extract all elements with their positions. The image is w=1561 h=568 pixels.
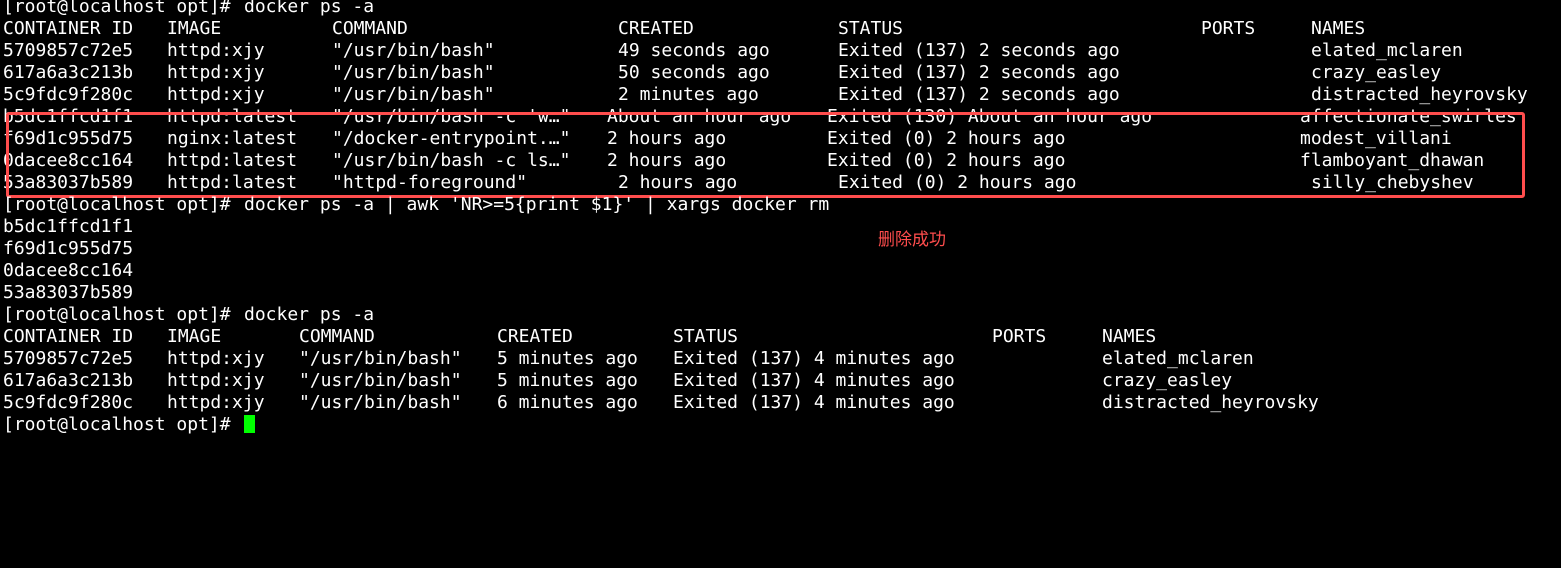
container-id: 5c9fdc9f280c <box>3 392 134 413</box>
shell-prompt: [root@localhost opt]# <box>3 304 231 325</box>
highlight-box <box>6 112 1525 198</box>
image: httpd:xjy <box>167 370 265 391</box>
header-status: STATUS <box>838 18 904 39</box>
container-id: 617a6a3c213b <box>3 62 134 83</box>
command-line[interactable]: [root@localhost opt]# <box>0 414 255 436</box>
removed-id: 53a83037b589 <box>3 282 134 303</box>
header-status: STATUS <box>673 326 739 347</box>
container-name: crazy_easley <box>1102 370 1233 391</box>
text-cursor[interactable] <box>244 414 255 436</box>
output-line: b5dc1ffcd1f1 <box>0 216 133 238</box>
table-header: CONTAINER ID IMAGE COMMAND CREATED STATU… <box>0 18 1365 40</box>
created: 5 minutes ago <box>497 370 638 391</box>
command-text: docker ps -a | awk 'NR>=5{print $1}' | x… <box>244 194 830 215</box>
table-row: 617a6a3c213b httpd:xjy "/usr/bin/bash" 5… <box>0 370 1232 392</box>
created: 2 minutes ago <box>618 84 759 105</box>
image: httpd:xjy <box>167 62 265 83</box>
header-created: CREATED <box>497 326 573 347</box>
status: Exited (137) 4 minutes ago <box>673 392 955 413</box>
command-text: docker ps -a <box>244 304 375 325</box>
image: httpd:xjy <box>167 392 265 413</box>
terminal-window[interactable]: [root@localhost opt]# docker ps -a CONTA… <box>0 0 1561 435</box>
status: Exited (137) 2 seconds ago <box>838 40 1120 61</box>
image: httpd:xjy <box>167 40 265 61</box>
container-name: distracted_heyrovsky <box>1311 84 1528 105</box>
table-row: 5709857c72e5 httpd:xjy "/usr/bin/bash" 4… <box>0 40 1463 62</box>
table-row: 5709857c72e5 httpd:xjy "/usr/bin/bash" 5… <box>0 348 1254 370</box>
shell-prompt: [root@localhost opt]# <box>3 194 231 215</box>
header-command: COMMAND <box>299 326 375 347</box>
container-name: elated_mclaren <box>1311 40 1463 61</box>
command: "/usr/bin/bash" <box>332 84 495 105</box>
table-row: 5c9fdc9f280c httpd:xjy "/usr/bin/bash" 6… <box>0 392 1319 414</box>
container-name: elated_mclaren <box>1102 348 1254 369</box>
header-image: IMAGE <box>167 326 222 347</box>
container-name: crazy_easley <box>1311 62 1442 83</box>
command: "/usr/bin/bash" <box>299 392 462 413</box>
header-container-id: CONTAINER ID <box>3 18 134 39</box>
header-ports: PORTS <box>1201 18 1256 39</box>
shell-prompt: [root@localhost opt]# <box>3 0 231 17</box>
header-created: CREATED <box>618 18 694 39</box>
command-line: [root@localhost opt]# docker ps -a <box>0 0 374 18</box>
command-text: docker ps -a <box>244 0 375 17</box>
header-ports: PORTS <box>992 326 1047 347</box>
status: Exited (137) 2 seconds ago <box>838 84 1120 105</box>
header-container-id: CONTAINER ID <box>3 326 134 347</box>
removed-id: f69d1c955d75 <box>3 238 134 259</box>
output-line: 0dacee8cc164 <box>0 260 133 282</box>
header-names: NAMES <box>1102 326 1157 347</box>
command: "/usr/bin/bash" <box>332 40 495 61</box>
removed-id: 0dacee8cc164 <box>3 260 134 281</box>
image: httpd:xjy <box>167 84 265 105</box>
container-id: 5709857c72e5 <box>3 348 134 369</box>
created: 49 seconds ago <box>618 40 770 61</box>
created: 6 minutes ago <box>497 392 638 413</box>
command: "/usr/bin/bash" <box>332 62 495 83</box>
table-row: 5c9fdc9f280c httpd:xjy "/usr/bin/bash" 2… <box>0 84 1528 106</box>
status: Exited (137) 4 minutes ago <box>673 370 955 391</box>
removed-id: b5dc1ffcd1f1 <box>3 216 134 237</box>
command-line: [root@localhost opt]# docker ps -a | awk… <box>0 194 829 216</box>
status: Exited (137) 4 minutes ago <box>673 348 955 369</box>
table-row: 617a6a3c213b httpd:xjy "/usr/bin/bash" 5… <box>0 62 1441 84</box>
header-command: COMMAND <box>332 18 408 39</box>
container-name: distracted_heyrovsky <box>1102 392 1319 413</box>
created: 5 minutes ago <box>497 348 638 369</box>
container-id: 5c9fdc9f280c <box>3 84 134 105</box>
annotation-label: 删除成功 <box>878 230 946 250</box>
header-names: NAMES <box>1311 18 1366 39</box>
command-line: [root@localhost opt]# docker ps -a <box>0 304 374 326</box>
container-id: 5709857c72e5 <box>3 40 134 61</box>
status: Exited (137) 2 seconds ago <box>838 62 1120 83</box>
command: "/usr/bin/bash" <box>299 370 462 391</box>
table-header: CONTAINER ID IMAGE COMMAND CREATED STATU… <box>0 326 1156 348</box>
output-line: f69d1c955d75 <box>0 238 133 260</box>
container-id: 617a6a3c213b <box>3 370 134 391</box>
header-image: IMAGE <box>167 18 222 39</box>
command: "/usr/bin/bash" <box>299 348 462 369</box>
shell-prompt: [root@localhost opt]# <box>3 414 231 435</box>
output-line: 53a83037b589 <box>0 282 133 304</box>
created: 50 seconds ago <box>618 62 770 83</box>
image: httpd:xjy <box>167 348 265 369</box>
